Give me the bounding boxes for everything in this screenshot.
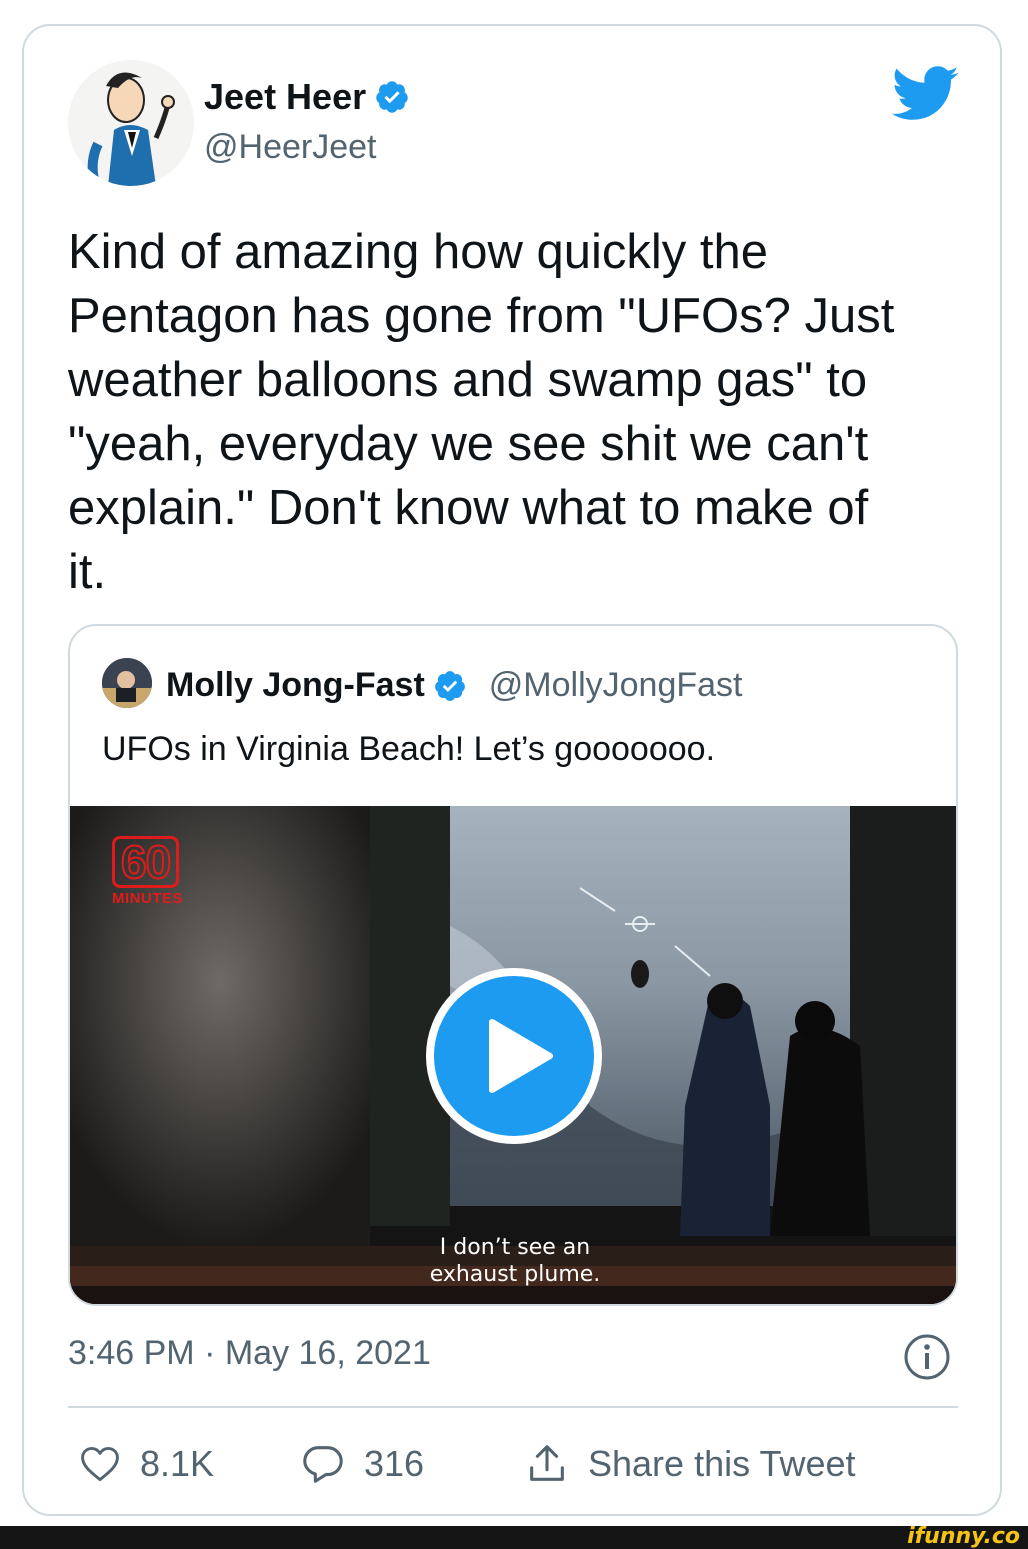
- author-name[interactable]: Jeet Heer: [204, 76, 410, 118]
- watermark-bar: ifunny.co: [0, 1524, 1028, 1549]
- like-button[interactable]: 8.1K: [78, 1436, 214, 1492]
- quoted-author-name-text[interactable]: Molly Jong-Fast: [166, 666, 425, 705]
- video-player[interactable]: 60 MINUTES I don’t see an exhaust plume.: [70, 806, 956, 1304]
- share-label: Share this Tweet: [588, 1443, 856, 1484]
- divider: [68, 1406, 958, 1408]
- reply-icon: [303, 1446, 343, 1483]
- like-count: 8.1K: [140, 1443, 215, 1484]
- heart-icon: [81, 1446, 119, 1482]
- reply-button[interactable]: 316: [300, 1436, 424, 1492]
- share-icon: [530, 1445, 564, 1481]
- 60-minutes-logo: 60 MINUTES: [112, 836, 183, 907]
- twitter-bird-icon[interactable]: [892, 66, 960, 122]
- play-button[interactable]: [426, 968, 602, 1144]
- author-handle[interactable]: @HeerJeet: [204, 128, 376, 167]
- quoted-tweet[interactable]: Molly Jong-Fast @MollyJongFast UFOs in V…: [68, 624, 958, 1306]
- reply-count: 316: [364, 1443, 425, 1484]
- quoted-author-handle[interactable]: @MollyJongFast: [489, 666, 743, 705]
- quoted-author-avatar[interactable]: [102, 658, 152, 708]
- author-name-text[interactable]: Jeet Heer: [204, 76, 366, 118]
- share-button[interactable]: Share this Tweet: [524, 1436, 856, 1492]
- play-icon: [489, 1019, 553, 1093]
- logo-text: MINUTES: [112, 890, 183, 907]
- video-subtitle: I don’t see an exhaust plume.: [429, 1235, 601, 1287]
- tweet-text: Kind of amazing how quickly the Pentagon…: [68, 225, 895, 599]
- tweet-actions: 8.1K 316 Share this Tweet: [68, 1436, 958, 1492]
- info-icon[interactable]: [902, 1332, 952, 1382]
- author-avatar[interactable]: [68, 60, 194, 186]
- verified-badge-icon: [434, 670, 465, 701]
- ifunny-watermark: ifunny.co: [907, 1524, 1020, 1549]
- tweet-card: Jeet Heer @HeerJeet Kind of amazing how …: [22, 24, 1002, 1516]
- quoted-author-name[interactable]: Molly Jong-Fast @MollyJongFast: [166, 666, 743, 705]
- verified-badge-icon: [376, 81, 408, 113]
- logo-number: 60: [112, 836, 180, 888]
- tweet-timestamp[interactable]: 3:46 PM · May 16, 2021: [68, 1334, 431, 1373]
- quoted-tweet-text: UFOs in Virginia Beach! Let’s gooooooo.: [102, 730, 716, 768]
